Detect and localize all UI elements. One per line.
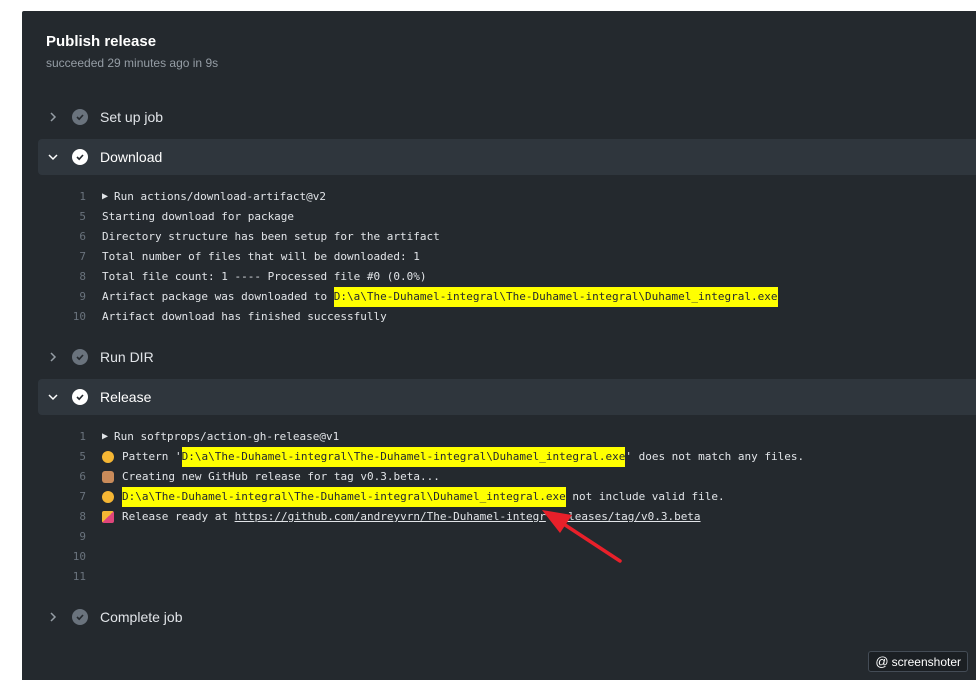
log-line: 8 Release ready at https://github.com/an… <box>66 507 976 527</box>
step-label: Run DIR <box>100 349 154 365</box>
log-line: 10 <box>66 547 976 567</box>
log-text: Run actions/download-artifact@v2 <box>114 190 326 203</box>
log-line: 6 Directory structure has been setup for… <box>66 227 976 247</box>
chevron-right-icon[interactable] <box>43 347 63 367</box>
party-popper-icon <box>102 511 114 523</box>
log-text: ' does not match any files. <box>625 450 805 463</box>
log-line: 8 Total file count: 1 ---- Processed fil… <box>66 267 976 287</box>
line-number: 5 <box>79 450 86 463</box>
log-text: Total file count: 1 ---- Processed file … <box>102 270 427 283</box>
highlighted-path: D:\a\The-Duhamel-integral\The-Duhamel-in… <box>122 487 566 507</box>
line-number: 11 <box>72 570 86 583</box>
log-line: 7 D:\a\The-Duhamel-integral\The-Duhamel-… <box>66 487 976 507</box>
check-circle-icon <box>72 609 88 625</box>
log-text: Pattern ' <box>122 450 182 463</box>
check-circle-icon <box>72 109 88 125</box>
line-number: 5 <box>79 210 86 223</box>
expand-triangle-icon[interactable]: ▶ <box>102 187 108 207</box>
log-text: Directory structure has been setup for t… <box>102 230 440 243</box>
line-number: 1 <box>79 190 86 203</box>
log-line: 9 <box>66 527 976 547</box>
log-text: not include valid file. <box>565 490 725 503</box>
line-number: 1 <box>79 430 86 443</box>
release-log: 1 ▶ Run softprops/action-gh-release@v1 5… <box>66 427 976 587</box>
step-label: Complete job <box>100 609 183 625</box>
line-number: 10 <box>72 310 86 323</box>
chevron-down-icon[interactable] <box>43 387 63 407</box>
line-number: 7 <box>79 250 86 263</box>
release-url-link[interactable]: https://github.com/andreyvrn/The-Duhamel… <box>235 507 546 527</box>
log-text: Release ready at <box>122 510 235 523</box>
step-run-dir[interactable]: Run DIR <box>38 339 976 375</box>
line-number: 8 <box>79 510 86 523</box>
step-release[interactable]: Release <box>38 379 976 415</box>
check-circle-icon <box>72 349 88 365</box>
job-log-panel: Publish release succeeded 29 minutes ago… <box>22 11 976 680</box>
log-line: 1 ▶ Run softprops/action-gh-release@v1 <box>66 427 976 447</box>
check-circle-icon <box>72 389 88 405</box>
chevron-right-icon[interactable] <box>43 607 63 627</box>
release-url-link-tail[interactable]: releases/tag/v0.3.beta <box>555 507 701 527</box>
at-sign-icon: @ <box>875 654 889 669</box>
step-label: Download <box>100 149 163 165</box>
expand-triangle-icon[interactable]: ▶ <box>102 427 108 447</box>
log-line: 5 Pattern ' D:\a\The-Duhamel-integral\Th… <box>66 447 976 467</box>
person-icon <box>102 471 114 483</box>
step-label: Release <box>100 389 152 405</box>
job-title: Publish release <box>46 33 157 50</box>
download-log: 1 ▶ Run actions/download-artifact@v2 5 S… <box>66 187 976 327</box>
step-complete-job[interactable]: Complete job <box>38 599 976 635</box>
step-label: Set up job <box>100 109 164 125</box>
step-set-up-job[interactable]: Set up job <box>38 99 976 135</box>
highlighted-path: D:\a\The-Duhamel-integral\The-Duhamel-in… <box>181 447 626 467</box>
log-text: Artifact download has finished successfu… <box>102 310 387 323</box>
watermark-text: screenshoter <box>891 654 961 669</box>
log-text: Starting download for package <box>102 210 295 223</box>
log-line: 7 Total number of files that will be dow… <box>66 247 976 267</box>
log-line: 10 Artifact download has finished succes… <box>66 307 976 327</box>
line-number: 9 <box>79 530 86 543</box>
step-download[interactable]: Download <box>38 139 976 175</box>
line-number: 6 <box>79 230 86 243</box>
check-circle-icon <box>72 149 88 165</box>
chevron-down-icon[interactable] <box>43 147 63 167</box>
line-number: 6 <box>79 470 86 483</box>
chevron-right-icon[interactable] <box>43 107 63 127</box>
job-header: Publish release succeeded 29 minutes ago… <box>46 33 218 70</box>
line-number: 7 <box>79 490 86 503</box>
line-number: 9 <box>79 290 86 303</box>
line-number: 8 <box>79 270 86 283</box>
thinking-face-icon <box>102 491 114 503</box>
log-text: Artifact package was downloaded to <box>102 290 334 303</box>
screenshoter-watermark: @ screenshoter <box>868 651 968 672</box>
log-line: 6 Creating new GitHub release for tag v0… <box>66 467 976 487</box>
line-number: 10 <box>72 550 86 563</box>
thinking-face-icon <box>102 451 114 463</box>
log-line: 11 <box>66 567 976 587</box>
log-line: 9 Artifact package was downloaded to D:\… <box>66 287 976 307</box>
highlighted-path: D:\a\The-Duhamel-integral\The-Duhamel-in… <box>333 287 778 307</box>
log-line: 1 ▶ Run actions/download-artifact@v2 <box>66 187 976 207</box>
log-text: Total number of files that will be downl… <box>102 250 420 263</box>
log-text: Run softprops/action-gh-release@v1 <box>114 430 340 443</box>
log-text: Creating new GitHub release for tag v0.3… <box>122 470 440 483</box>
log-line: 5 Starting download for package <box>66 207 976 227</box>
job-status: succeeded 29 minutes ago in 9s <box>46 56 219 70</box>
